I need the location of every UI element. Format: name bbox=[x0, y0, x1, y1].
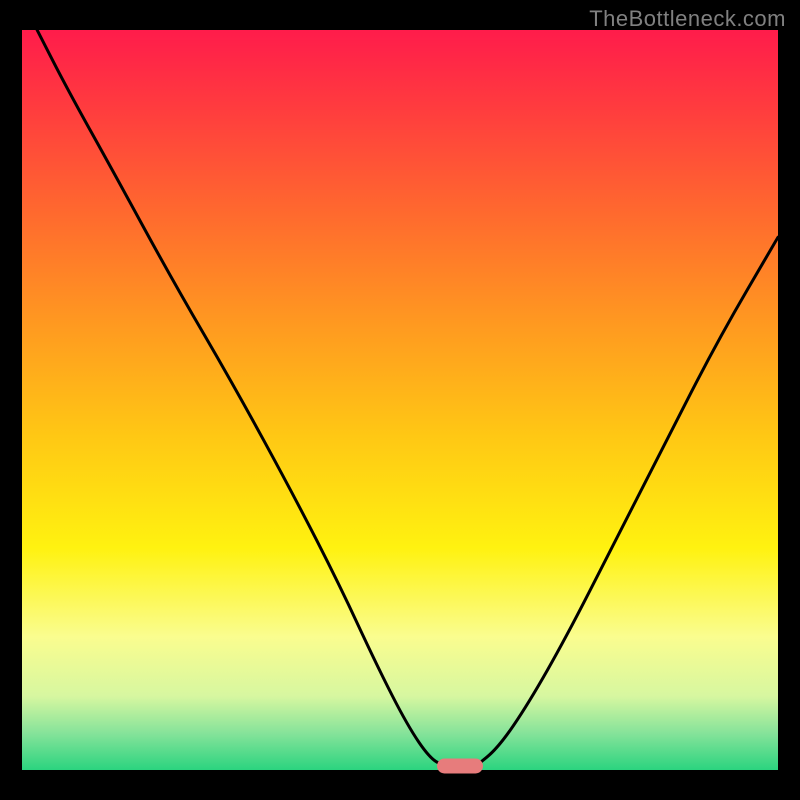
gradient-rect bbox=[22, 30, 778, 770]
watermark-text: TheBottleneck.com bbox=[589, 6, 786, 32]
plot-area bbox=[22, 30, 778, 770]
chart-frame: TheBottleneck.com bbox=[0, 0, 800, 800]
chart-svg bbox=[22, 30, 778, 770]
minimum-marker bbox=[437, 759, 483, 774]
